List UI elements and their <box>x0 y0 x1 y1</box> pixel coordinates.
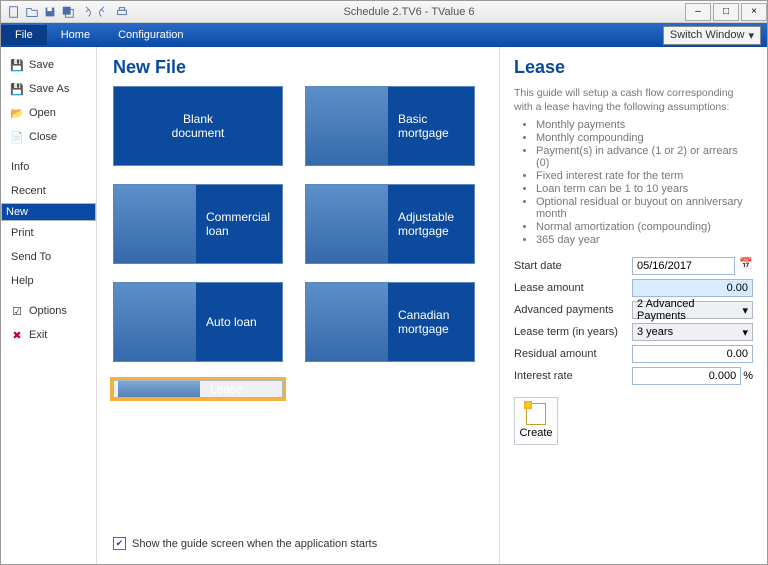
guide-footer: ✔ Show the guide screen when the applica… <box>113 529 483 558</box>
lease-amount-input[interactable] <box>632 279 753 297</box>
maximize-button[interactable]: □ <box>713 3 739 21</box>
sidebar-item-help[interactable]: Help <box>1 269 96 293</box>
guide-title: Lease <box>514 57 753 78</box>
sidebar-item-info[interactable]: Info <box>1 155 96 179</box>
qat-saveall-icon[interactable] <box>61 5 75 19</box>
interest-rate-input[interactable] <box>632 367 741 385</box>
sidebar-item-sendto[interactable]: Send To <box>1 245 96 269</box>
options-icon: ☑ <box>11 305 23 317</box>
qat-redo-icon[interactable] <box>97 5 111 19</box>
chevron-down-icon: ▾ <box>742 304 748 317</box>
sidebar-item-exit[interactable]: ✖Exit <box>1 323 96 347</box>
saveas-icon: 💾 <box>11 83 23 95</box>
ribbon-tab-configuration[interactable]: Configuration <box>104 25 197 45</box>
advanced-payments-label: Advanced payments <box>514 304 632 316</box>
residual-amount-input[interactable] <box>632 345 753 363</box>
ribbon-tab-home[interactable]: Home <box>47 25 104 45</box>
create-icon <box>526 403 546 425</box>
new-file-panel: New File Blank document Basic mortgage C… <box>97 47 499 564</box>
minimize-button[interactable]: – <box>685 3 711 21</box>
create-button[interactable]: Create <box>514 397 558 445</box>
exit-icon: ✖ <box>11 329 23 341</box>
qat-undo-icon[interactable] <box>79 5 93 19</box>
qat-print-icon[interactable] <box>115 5 129 19</box>
save-icon: 💾 <box>11 59 23 71</box>
sidebar-item-saveas[interactable]: 💾Save As <box>1 77 96 101</box>
sidebar-item-save[interactable]: 💾Save <box>1 53 96 77</box>
tile-canadian-mortgage[interactable]: Canadian mortgage <box>305 282 475 362</box>
lease-term-label: Lease term (in years) <box>514 326 632 338</box>
page-title: New File <box>113 57 483 78</box>
sidebar-item-recent[interactable]: Recent <box>1 179 96 203</box>
tile-commercial-loan[interactable]: Commercial loan <box>113 184 283 264</box>
switch-window-label: Switch Window <box>670 29 745 41</box>
qat-open-icon[interactable] <box>25 5 39 19</box>
tile-thumbnail <box>118 381 200 397</box>
sidebar-item-options[interactable]: ☑Options <box>1 299 96 323</box>
tile-thumbnail <box>114 185 196 263</box>
open-icon: 📂 <box>11 107 23 119</box>
calendar-icon[interactable]: 📅 <box>739 257 753 271</box>
guide-description: This guide will setup a cash flow corres… <box>514 86 753 114</box>
tile-adjustable-mortgage[interactable]: Adjustable mortgage <box>305 184 475 264</box>
backstage-sidebar: 💾Save 💾Save As 📂Open 📄Close Info Recent … <box>1 47 97 564</box>
sidebar-item-close[interactable]: 📄Close <box>1 125 96 149</box>
show-guide-checkbox[interactable]: ✔ <box>113 537 126 550</box>
chevron-down-icon: ▾ <box>748 29 754 42</box>
residual-amount-label: Residual amount <box>514 348 632 360</box>
tile-thumbnail <box>306 87 388 165</box>
close-icon: 📄 <box>11 131 23 143</box>
chevron-down-icon: ▾ <box>742 326 748 339</box>
ribbon: File Home Configuration Switch Window ▾ <box>1 23 767 47</box>
guide-bullets: Monthly payments Monthly compounding Pay… <box>514 118 753 247</box>
tile-lease[interactable]: Lease <box>113 380 283 398</box>
title-bar: Schedule 2.TV6 - TValue 6 – □ × <box>1 1 767 23</box>
tile-thumbnail <box>306 185 388 263</box>
sidebar-item-open[interactable]: 📂Open <box>1 101 96 125</box>
quick-access-toolbar <box>1 5 135 19</box>
close-window-button[interactable]: × <box>741 3 767 21</box>
sidebar-item-print[interactable]: Print <box>1 221 96 245</box>
ribbon-tab-file[interactable]: File <box>1 25 47 45</box>
tile-thumbnail <box>306 283 388 361</box>
template-grid: Blank document Basic mortgage Commercial… <box>113 86 483 398</box>
percent-suffix: % <box>743 370 753 382</box>
advanced-payments-select[interactable]: 2 Advanced Payments▾ <box>632 301 753 319</box>
window-controls: – □ × <box>683 3 767 21</box>
tile-blank-document[interactable]: Blank document <box>113 86 283 166</box>
tile-basic-mortgage[interactable]: Basic mortgage <box>305 86 475 166</box>
sidebar-item-new[interactable]: New <box>1 203 96 221</box>
tile-auto-loan[interactable]: Auto loan <box>113 282 283 362</box>
switch-window-button[interactable]: Switch Window ▾ <box>663 26 761 45</box>
tile-thumbnail <box>114 283 196 361</box>
qat-save-icon[interactable] <box>43 5 57 19</box>
window-title: Schedule 2.TV6 - TValue 6 <box>135 6 683 18</box>
guide-panel: Lease This guide will setup a cash flow … <box>499 47 767 564</box>
lease-term-select[interactable]: 3 years▾ <box>632 323 753 341</box>
show-guide-label: Show the guide screen when the applicati… <box>132 538 377 550</box>
start-date-input[interactable] <box>632 257 735 275</box>
interest-rate-label: Interest rate <box>514 370 632 382</box>
qat-new-icon[interactable] <box>7 5 21 19</box>
lease-amount-label: Lease amount <box>514 282 632 294</box>
start-date-label: Start date <box>514 260 632 272</box>
